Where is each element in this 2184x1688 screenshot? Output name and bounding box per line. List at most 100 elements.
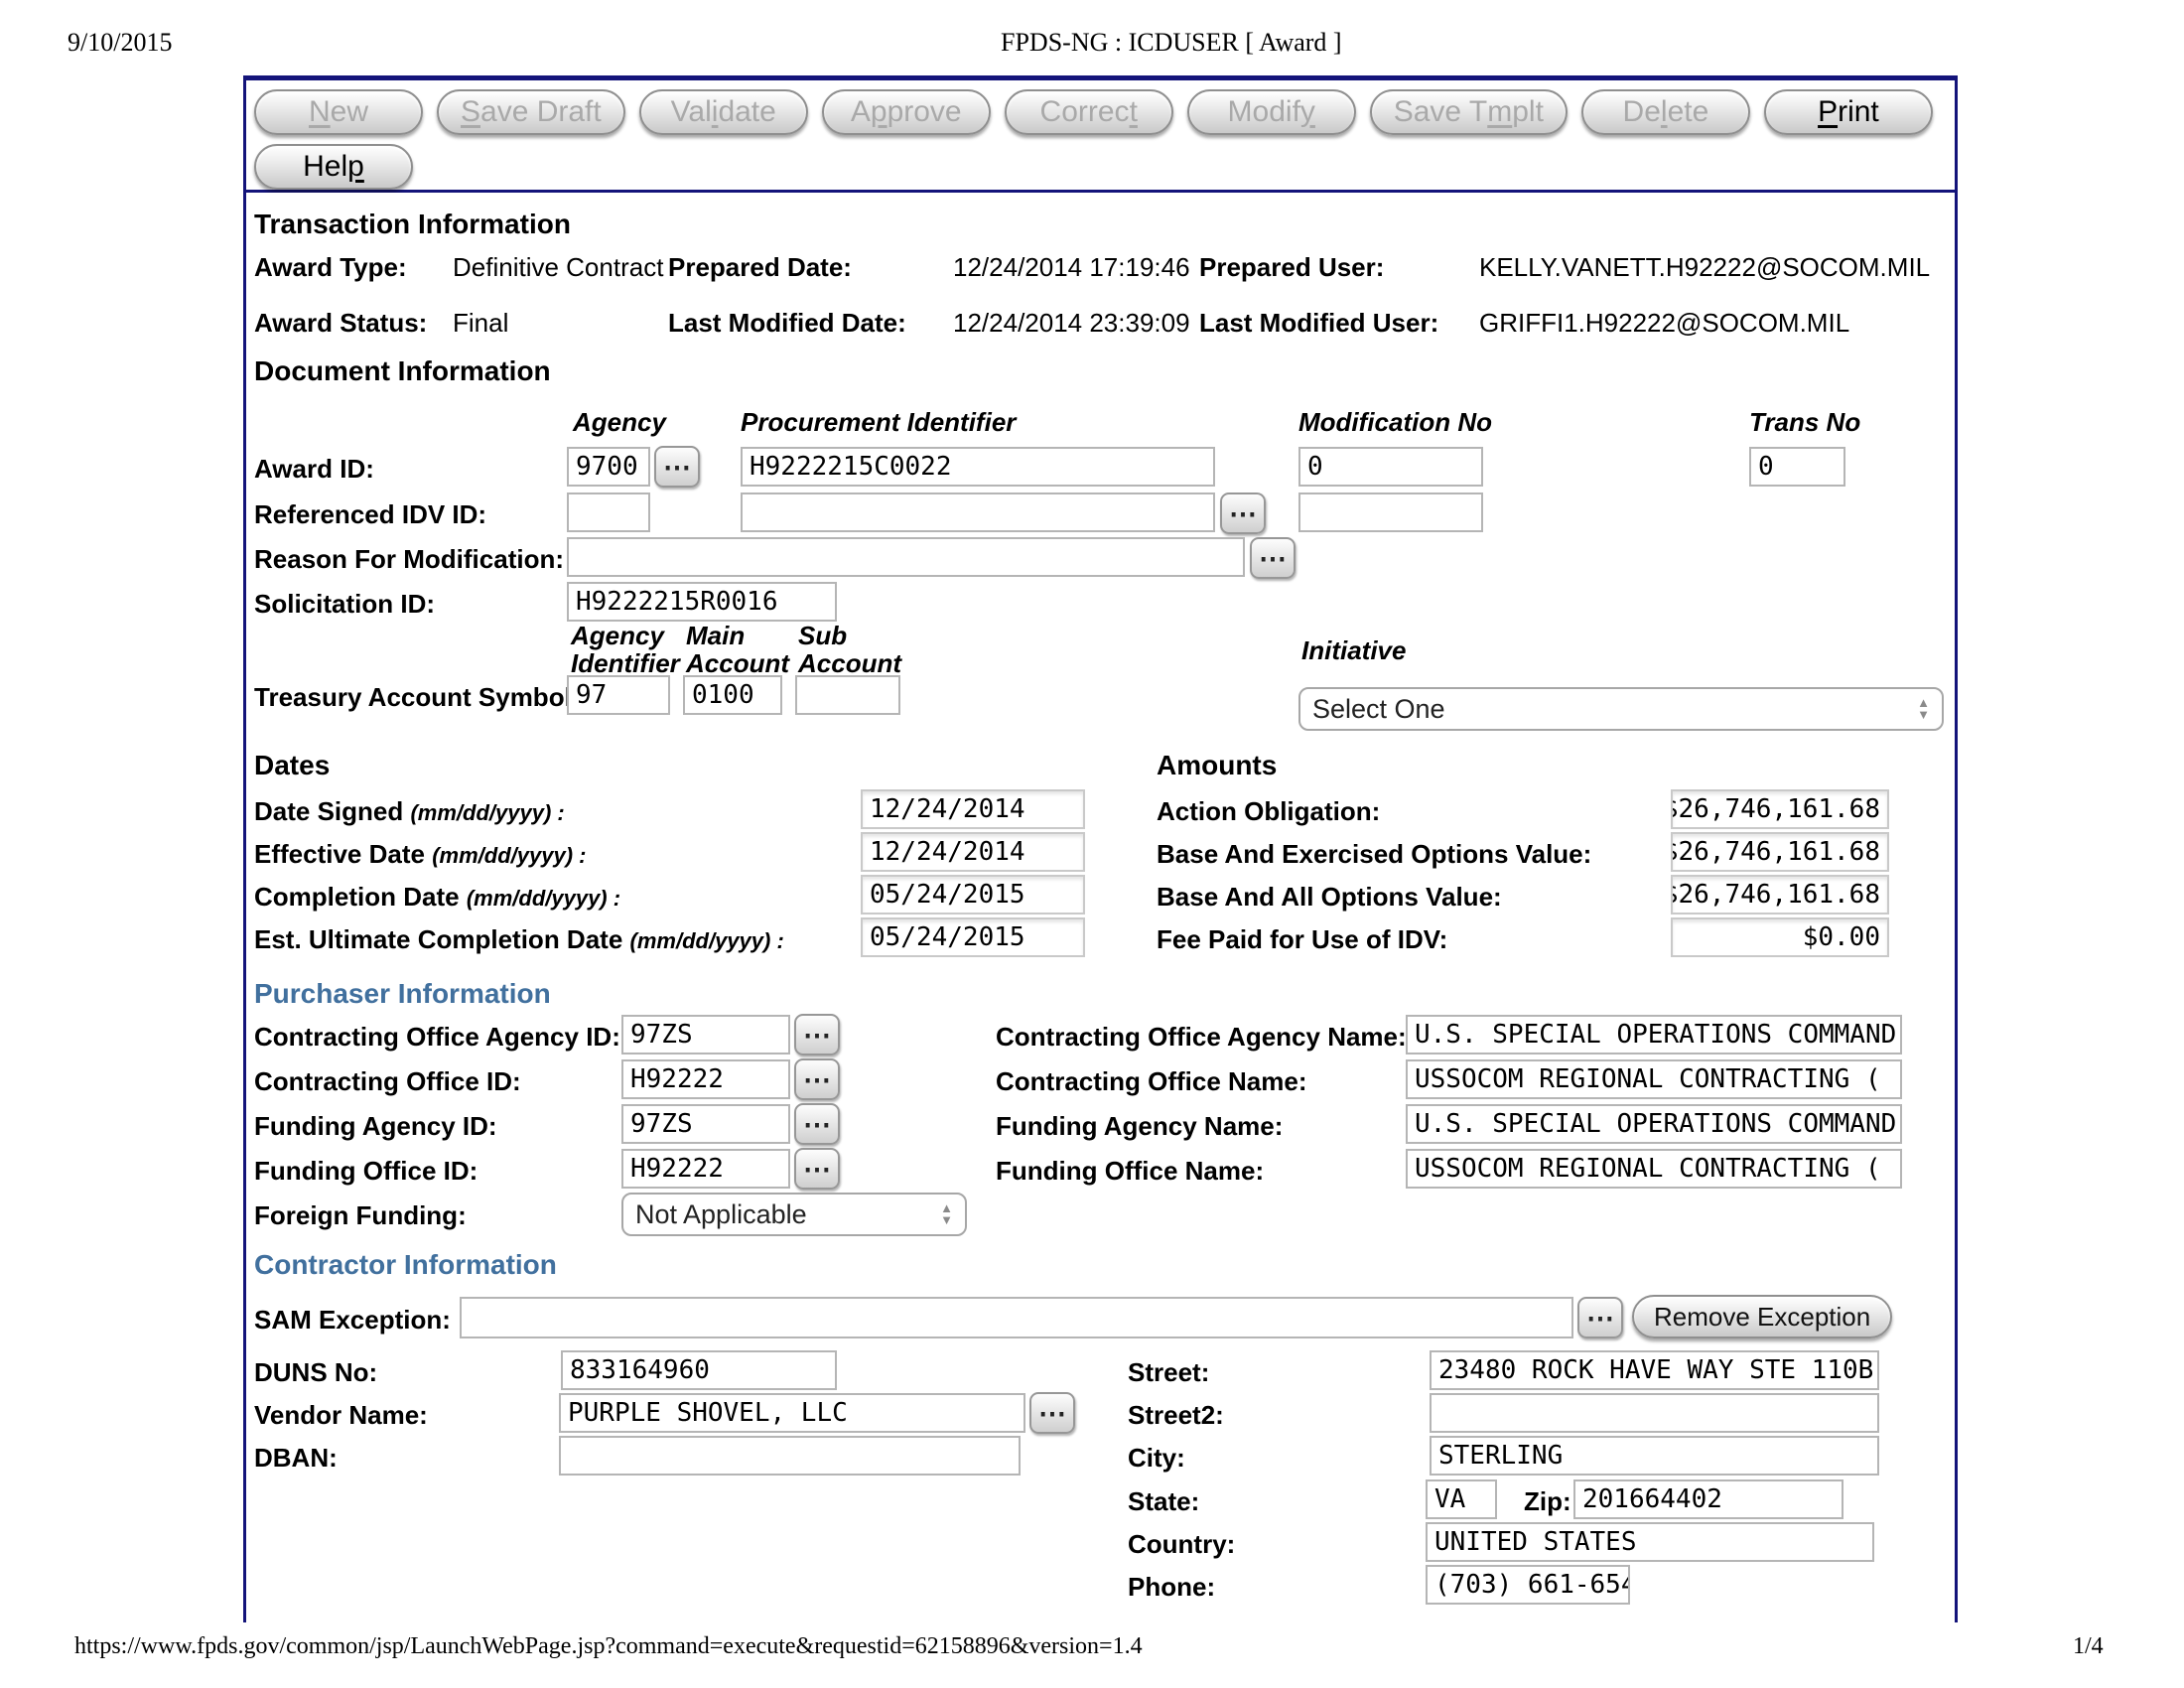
button-label: S xyxy=(461,95,480,129)
fee-paid-idv-input[interactable]: $0.00 xyxy=(1671,917,1889,957)
street-label: Street: xyxy=(1128,1357,1209,1388)
ellipsis-icon: ⋯ xyxy=(663,451,691,484)
print-date: 9/10/2015 xyxy=(68,28,172,58)
sam-exception-lookup-button[interactable]: ⋯ xyxy=(1577,1297,1623,1338)
street-input[interactable]: 23480 ROCK HAVE WAY STE 110B xyxy=(1430,1350,1879,1390)
funding-agency-id-input[interactable]: 97ZS xyxy=(621,1104,790,1144)
contracting-office-id-input[interactable]: H92222 xyxy=(621,1059,790,1099)
est-ultimate-completion-date-input[interactable]: 05/24/2015 xyxy=(861,917,1085,957)
save-tmplt-button[interactable]: Save Tmplt xyxy=(1370,89,1568,135)
initiative-label: Initiative xyxy=(1301,635,1406,666)
city-label: City: xyxy=(1128,1443,1185,1474)
award-form: Transaction Information Award Type: Defi… xyxy=(243,193,1958,1622)
print-button[interactable]: Print xyxy=(1764,89,1933,135)
phone-label: Phone: xyxy=(1128,1572,1215,1603)
spinner-down-icon: ▼ xyxy=(1917,709,1930,721)
completion-date-input[interactable]: 05/24/2015 xyxy=(861,875,1085,914)
foreign-funding-select[interactable]: Not Applicable ▲▼ xyxy=(621,1193,967,1236)
funding-office-id-input[interactable]: H92222 xyxy=(621,1149,790,1189)
effective-date-input[interactable]: 12/24/2014 xyxy=(861,832,1085,872)
validate-button[interactable]: Validate xyxy=(639,89,808,135)
country-input[interactable]: UNITED STATES xyxy=(1426,1522,1874,1562)
initiative-select[interactable]: Select One ▲▼ xyxy=(1298,687,1944,731)
contracting-office-agency-id-input[interactable]: 97ZS xyxy=(621,1015,790,1055)
dates-heading: Dates xyxy=(254,750,330,781)
referenced-idv-piid-input[interactable] xyxy=(741,492,1215,532)
initiative-select-value: Select One xyxy=(1312,694,1445,725)
base-and-all-options-label: Base And All Options Value: xyxy=(1157,882,1502,913)
label-text: Effective Date xyxy=(254,839,425,869)
button-label: prove xyxy=(887,95,962,129)
approve-button[interactable]: Approve xyxy=(822,89,991,135)
state-input[interactable]: VA xyxy=(1426,1479,1497,1519)
treasury-agency-identifier-input[interactable]: 97 xyxy=(567,675,670,715)
action-obligation-input[interactable]: $26,746,161.68 xyxy=(1671,789,1889,829)
label-hint: (mm/dd/yyyy) : xyxy=(410,800,564,825)
correct-button[interactable]: Correct xyxy=(1005,89,1173,135)
contracting-office-name-input[interactable]: USSOCOM REGIONAL CONTRACTING ( xyxy=(1406,1059,1902,1099)
button-label: t xyxy=(1130,95,1138,129)
street2-input[interactable] xyxy=(1430,1393,1879,1433)
treasury-main-account-input[interactable]: 0100 xyxy=(683,675,782,715)
contracting-office-agency-name-label: Contracting Office Agency Name: xyxy=(996,1022,1407,1053)
referenced-idv-agency-input[interactable] xyxy=(567,492,650,532)
last-modified-date-value: 12/24/2014 23:39:09 xyxy=(953,308,1190,339)
duns-no-input[interactable]: 833164960 xyxy=(561,1350,837,1390)
document-information-heading: Document Information xyxy=(254,355,551,387)
award-id-modification-no-input[interactable]: 0 xyxy=(1298,447,1483,487)
contracting-office-agency-id-label: Contracting Office Agency ID: xyxy=(254,1022,620,1053)
funding-office-id-lookup-button[interactable]: ⋯ xyxy=(794,1148,840,1190)
referenced-idv-modification-no-input[interactable] xyxy=(1298,492,1483,532)
remove-exception-button[interactable]: Remove Exception xyxy=(1632,1295,1892,1338)
prepared-date-value: 12/24/2014 17:19:46 xyxy=(953,252,1190,283)
purchaser-information-heading: Purchaser Information xyxy=(254,978,551,1010)
vendor-name-lookup-button[interactable]: ⋯ xyxy=(1029,1392,1075,1434)
funding-agency-name-input[interactable]: U.S. SPECIAL OPERATIONS COMMAND xyxy=(1406,1104,1902,1144)
button-label: A xyxy=(851,95,871,129)
delete-button[interactable]: Delete xyxy=(1581,89,1750,135)
award-status-label: Award Status: xyxy=(254,308,427,339)
contracting-office-agency-id-lookup-button[interactable]: ⋯ xyxy=(794,1014,840,1055)
new-button[interactable]: New xyxy=(254,89,423,135)
base-and-exercised-options-input[interactable]: $26,746,161.68 xyxy=(1671,832,1889,872)
reason-for-modification-lookup-button[interactable]: ⋯ xyxy=(1250,537,1296,579)
spinner-arrows-icon: ▲▼ xyxy=(1917,697,1930,721)
award-id-lookup-button[interactable]: ⋯ xyxy=(654,446,700,488)
agency-column-header: Agency xyxy=(573,407,666,438)
action-obligation-label: Action Obligation: xyxy=(1157,796,1380,827)
trans-no-column-header: Trans No xyxy=(1749,407,1860,438)
date-signed-label: Date Signed (mm/dd/yyyy) : xyxy=(254,796,565,827)
treasury-sub-account-input[interactable] xyxy=(795,675,900,715)
button-label: i xyxy=(712,95,719,129)
base-and-all-options-input[interactable]: $26,746,161.68 xyxy=(1671,875,1889,914)
funding-office-id-label: Funding Office ID: xyxy=(254,1156,478,1187)
phone-input[interactable]: (703) 661-6540 xyxy=(1426,1565,1630,1605)
solicitation-id-input[interactable]: H9222215R0016 xyxy=(567,582,837,622)
effective-date-label: Effective Date (mm/dd/yyyy) : xyxy=(254,839,586,870)
contracting-office-agency-name-input[interactable]: U.S. SPECIAL OPERATIONS COMMAND xyxy=(1406,1015,1902,1055)
date-signed-input[interactable]: 12/24/2014 xyxy=(861,789,1085,829)
contracting-office-id-lookup-button[interactable]: ⋯ xyxy=(794,1058,840,1100)
help-button[interactable]: Help xyxy=(254,144,413,190)
base-and-exercised-options-label: Base And Exercised Options Value: xyxy=(1157,839,1591,870)
funding-agency-id-lookup-button[interactable]: ⋯ xyxy=(794,1103,840,1145)
award-id-agency-input[interactable]: 9700 xyxy=(567,447,650,487)
contracting-office-name-label: Contracting Office Name: xyxy=(996,1066,1307,1097)
city-input[interactable]: STERLING xyxy=(1430,1436,1879,1476)
modify-button[interactable]: Modify xyxy=(1187,89,1356,135)
label-text: Est. Ultimate Completion Date xyxy=(254,924,622,954)
reason-for-modification-input[interactable] xyxy=(567,537,1245,577)
save-draft-button[interactable]: Save Draft xyxy=(437,89,625,135)
contractor-information-heading: Contractor Information xyxy=(254,1249,557,1281)
sam-exception-input[interactable] xyxy=(460,1297,1573,1338)
funding-office-name-input[interactable]: USSOCOM REGIONAL CONTRACTING ( xyxy=(1406,1149,1902,1189)
vendor-name-input[interactable]: PURPLE SHOVEL, LLC xyxy=(559,1393,1025,1433)
award-id-trans-no-input[interactable]: 0 xyxy=(1749,447,1845,487)
duns-no-label: DUNS No: xyxy=(254,1357,377,1388)
referenced-idv-lookup-button[interactable]: ⋯ xyxy=(1220,492,1266,534)
zip-input[interactable]: 201664402 xyxy=(1573,1479,1843,1519)
transaction-information-heading: Transaction Information xyxy=(254,209,571,240)
last-modified-date-label: Last Modified Date: xyxy=(668,308,906,339)
award-id-piid-input[interactable]: H9222215C0022 xyxy=(741,447,1215,487)
dban-input[interactable] xyxy=(559,1436,1021,1476)
